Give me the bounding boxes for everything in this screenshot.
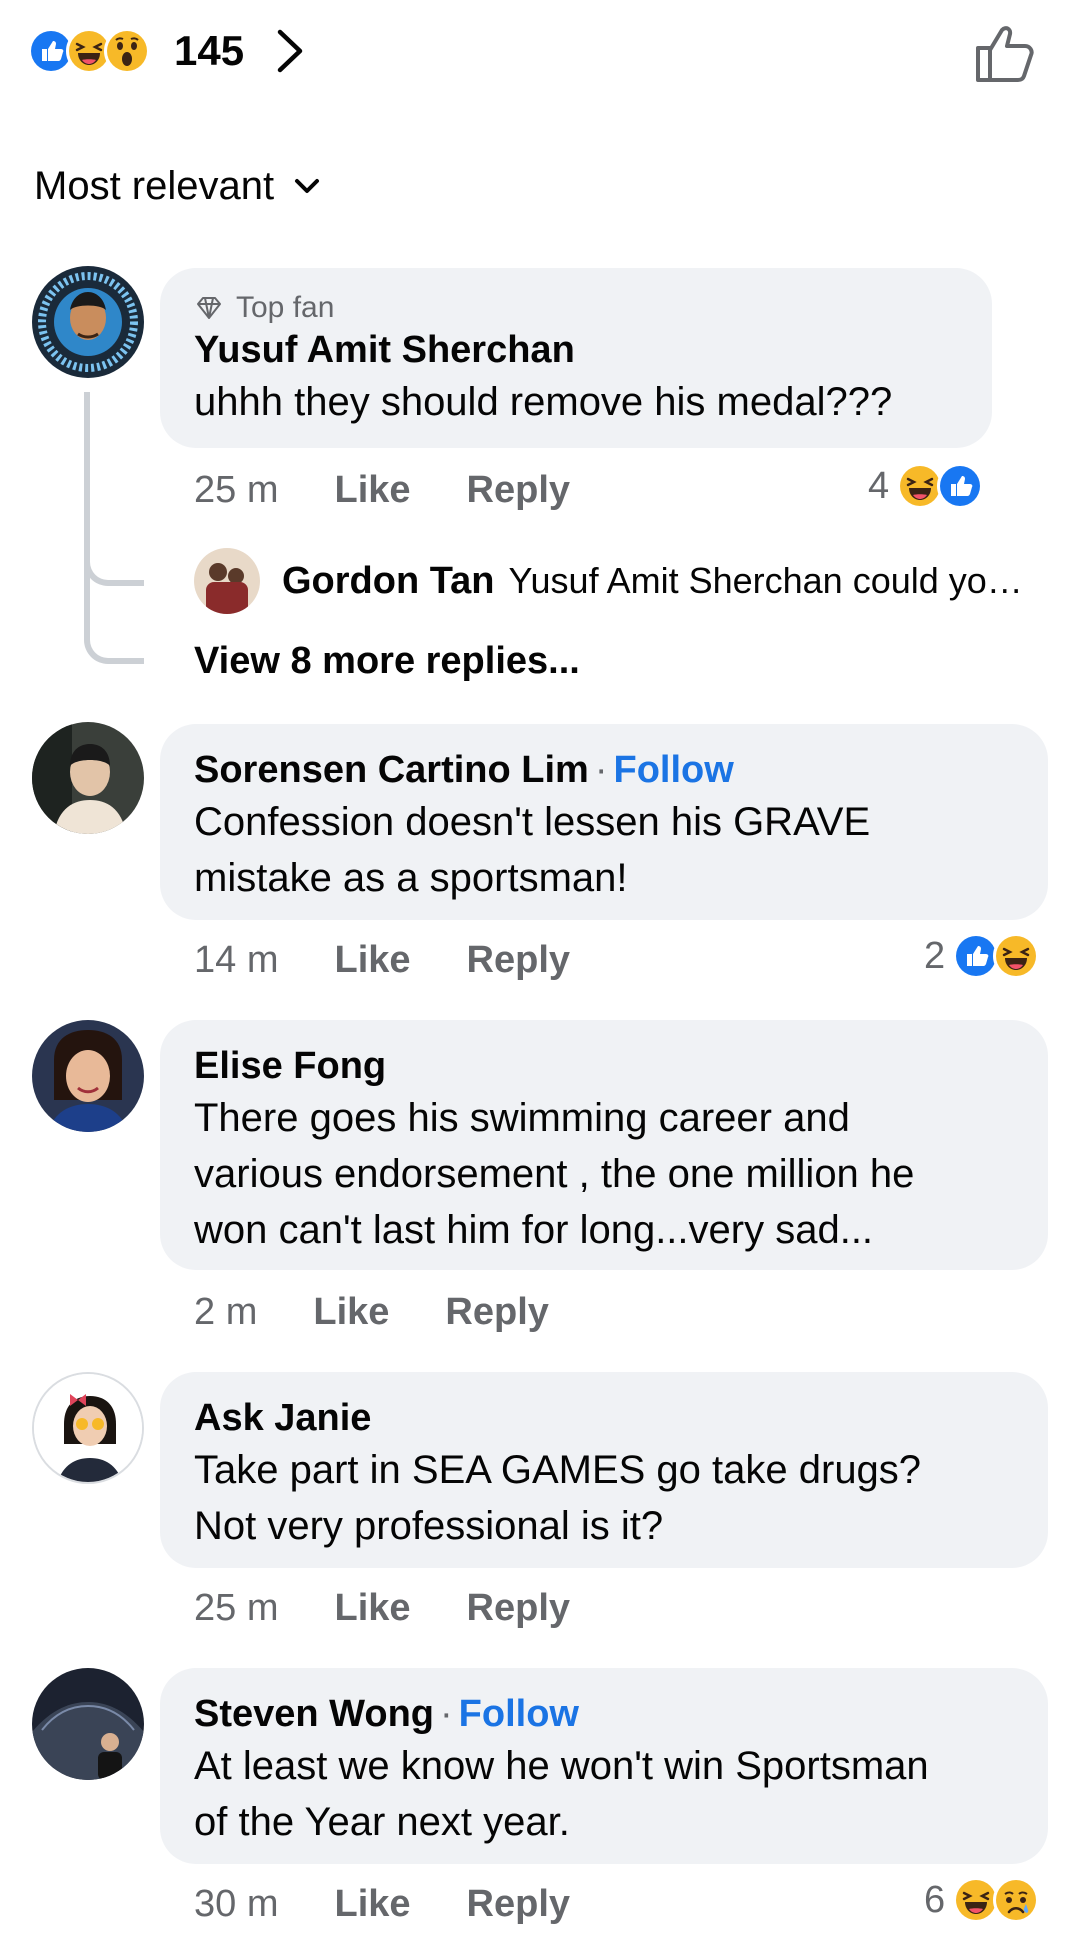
comment-text-line: There goes his swimming career and: [194, 1096, 850, 1140]
thread-branch: [84, 526, 144, 586]
comment-text-line: Confession doesn't lessen his GRAVE: [194, 800, 871, 844]
comment-actions: 2 m Like Reply: [194, 1286, 605, 1338]
badge-label: Top fan: [236, 291, 335, 324]
comment-text-line: At least we know he won't win Sportsman: [194, 1744, 929, 1788]
sort-label: Most relevant: [34, 163, 275, 208]
comment-bubble: Top fan Yusuf Amit Sherchan uhhh they sh…: [160, 268, 992, 448]
reaction-count: 2: [924, 934, 946, 977]
sad-icon: [993, 1877, 1040, 1923]
comment-text-line: Not very professional is it?: [194, 1504, 664, 1548]
reaction-count: 4: [868, 464, 890, 507]
comment-text-line: of the Year next year.: [194, 1800, 570, 1844]
top-fan-badge: Top fan: [194, 290, 960, 326]
like-button[interactable]: Like: [313, 1291, 389, 1334]
timestamp[interactable]: 14 m: [194, 939, 278, 982]
reply-button[interactable]: Reply: [467, 469, 570, 512]
comment-text-line: various endorsement , the one million he: [194, 1152, 915, 1196]
commenter-name[interactable]: Elise Fong: [194, 1042, 1016, 1090]
comment-actions: 25 m Like Reply: [194, 1582, 626, 1634]
sort-dropdown[interactable]: Most relevant: [34, 158, 322, 214]
avatar[interactable]: [32, 722, 144, 834]
comment-actions: 30 m Like Reply: [194, 1878, 626, 1930]
commenter-name[interactable]: Yusuf Amit Sherchan: [194, 326, 960, 374]
thread-branch: [84, 604, 144, 664]
comment-actions: 25 m Like Reply: [194, 464, 626, 516]
timestamp[interactable]: 25 m: [194, 469, 278, 512]
reaction-count: 6: [924, 1878, 946, 1921]
comment-reactions[interactable]: 2: [924, 932, 1040, 980]
like-icon: [937, 463, 984, 509]
chevron-down-icon: [295, 179, 320, 193]
reply-button[interactable]: Reply: [467, 1587, 570, 1630]
commenter-name[interactable]: Steven Wong: [194, 1693, 434, 1735]
reply-avatar[interactable]: [194, 548, 260, 614]
follow-button[interactable]: Follow: [459, 1693, 579, 1735]
top-bar: 145: [0, 0, 1080, 110]
comment-bubble: Elise Fong There goes his swimming caree…: [160, 1020, 1048, 1270]
diamond-icon: [197, 297, 221, 319]
commenter-name[interactable]: Sorensen Cartino Lim: [194, 749, 589, 791]
comment-text: uhhh they should remove his medal???: [194, 380, 893, 424]
comment-bubble: Ask Janie Take part in SEA GAMES go take…: [160, 1372, 1048, 1568]
commenter-header: Sorensen Cartino Lim · Follow: [194, 749, 734, 791]
commenter-header: Steven Wong · Follow: [194, 1693, 579, 1735]
like-button[interactable]: Like: [334, 1587, 410, 1630]
avatar[interactable]: [32, 266, 144, 378]
thread-line: [84, 392, 90, 618]
reply-button[interactable]: Reply: [445, 1291, 548, 1334]
like-button[interactable]: Like: [334, 939, 410, 982]
haha-icon: [993, 933, 1040, 979]
commenter-name[interactable]: Ask Janie: [194, 1394, 1016, 1442]
comment-text-line: Take part in SEA GAMES go take drugs?: [194, 1448, 922, 1492]
comment-reactions[interactable]: 6: [924, 1876, 1040, 1924]
like-button[interactable]: Like: [334, 469, 410, 512]
reactions-summary[interactable]: [28, 28, 150, 74]
avatar[interactable]: [32, 1020, 144, 1132]
comment-reactions[interactable]: 4: [868, 462, 984, 510]
comment-bubble: Steven Wong · Follow At least we know he w…: [160, 1668, 1048, 1864]
reply-text: Yusuf Amit Sherchan could you...: [508, 560, 1033, 601]
comment-actions: 14 m Like Reply: [194, 934, 626, 986]
avatar[interactable]: [32, 1668, 144, 1780]
reply-preview[interactable]: Gordon Tan Yusuf Amit Sherchan could you.…: [282, 556, 1032, 606]
avatar[interactable]: [32, 1372, 144, 1484]
timestamp[interactable]: 25 m: [194, 1587, 278, 1630]
wow-icon: [104, 28, 150, 74]
like-button[interactable]: Like: [334, 1883, 410, 1926]
follow-button[interactable]: Follow: [614, 749, 734, 791]
comment-text-line: mistake as a sportsman!: [194, 856, 628, 900]
reaction-count[interactable]: 145: [174, 28, 244, 74]
chevron-right-icon[interactable]: [270, 24, 310, 78]
reply-button[interactable]: Reply: [467, 939, 570, 982]
timestamp[interactable]: 2 m: [194, 1291, 257, 1334]
reply-author[interactable]: Gordon Tan: [282, 560, 495, 602]
thumbs-up-icon[interactable]: [972, 20, 1040, 86]
comment-bubble: Sorensen Cartino Lim · Follow Confession d…: [160, 724, 1048, 920]
reply-button[interactable]: Reply: [467, 1883, 570, 1926]
view-more-replies-link[interactable]: View 8 more replies...: [194, 636, 580, 686]
comment-text-line: won can't last him for long...very sad..…: [194, 1208, 874, 1252]
timestamp[interactable]: 30 m: [194, 1883, 278, 1926]
